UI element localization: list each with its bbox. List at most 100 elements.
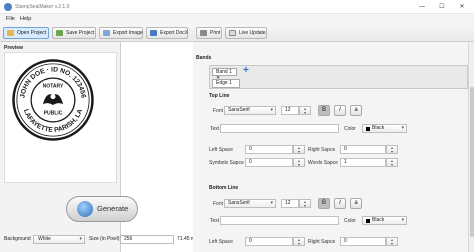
- top-color-value: Black: [372, 125, 385, 131]
- band-tabs: Band 1 ✕ + Edge 1: [209, 65, 468, 89]
- bottom-font-label: Font: [213, 201, 224, 207]
- color-swatch: [366, 127, 370, 131]
- chevron-down-icon: ▾: [270, 200, 273, 206]
- add-band-icon[interactable]: +: [243, 66, 253, 76]
- top-right-space-value: 0: [344, 146, 347, 152]
- bottom-left-space-input[interactable]: 0: [245, 237, 293, 246]
- close-button[interactable]: ✕: [452, 0, 472, 14]
- top-right-space-label: Right Sapce: [308, 147, 336, 153]
- bottom-bold-button[interactable]: B: [318, 198, 330, 209]
- bottom-size-input[interactable]: 12: [281, 199, 299, 208]
- top-font-value: SansSerif: [228, 107, 250, 113]
- bottom-left-space-value: 0: [249, 238, 252, 244]
- bottom-line-heading: Bottom Line: [209, 185, 239, 191]
- generate-label: Generate: [97, 204, 129, 213]
- export-image-button[interactable]: Export Image: [99, 27, 143, 39]
- top-size-input[interactable]: 12: [281, 106, 299, 115]
- chevron-down-icon: ▾: [270, 107, 273, 113]
- bottom-color-label: Color: [344, 218, 356, 224]
- menu-help[interactable]: Help: [20, 16, 31, 22]
- printer-icon: [200, 30, 207, 36]
- save-project-button[interactable]: Save Project: [52, 27, 96, 39]
- export-image-label: Export Image: [113, 30, 143, 36]
- document-icon: [150, 30, 157, 36]
- chevron-down-icon: ▾: [401, 125, 404, 131]
- bands-heading: Bands: [196, 55, 212, 61]
- app-icon: [4, 3, 12, 11]
- background-value: White: [38, 236, 51, 242]
- open-project-label: Open Project: [17, 30, 47, 36]
- stamp-center-bottom: PUBLIC: [44, 110, 63, 116]
- top-left-space-value: 0: [249, 146, 252, 152]
- bottom-text-input[interactable]: [220, 216, 339, 225]
- top-font-select[interactable]: SansSerif ▾: [224, 106, 276, 115]
- top-line-heading: Top Line: [209, 93, 230, 99]
- title-bar: StampSealMaker v.2.1.0 — ☐ ✕: [0, 0, 474, 14]
- bottom-right-space-stepper[interactable]: ▴ ▾: [386, 237, 398, 246]
- size-value: 256: [124, 236, 133, 242]
- size-input[interactable]: 256: [120, 235, 174, 244]
- bottom-right-space-value: 0: [344, 238, 347, 244]
- export-docx-button[interactable]: Export DocX: [146, 27, 188, 39]
- open-project-button[interactable]: Open Project: [3, 27, 49, 39]
- print-button[interactable]: Print: [196, 27, 222, 39]
- top-left-space-stepper[interactable]: ▴ ▾: [293, 145, 305, 154]
- top-left-space-input[interactable]: 0: [245, 145, 293, 154]
- bottom-color-value: Black: [372, 217, 385, 223]
- preview-heading: Preview: [4, 45, 23, 51]
- top-symbols-space-stepper[interactable]: ▴ ▾: [293, 158, 305, 167]
- top-symbols-space-input[interactable]: 0: [245, 158, 293, 167]
- bottom-left-space-stepper[interactable]: ▴ ▾: [293, 237, 305, 246]
- top-text-label: Text: [210, 126, 220, 132]
- bottom-font-value: SansSerif: [228, 200, 250, 206]
- top-size-stepper[interactable]: ▴ ▾: [299, 106, 311, 115]
- bottom-size-stepper[interactable]: ▴ ▾: [299, 199, 311, 208]
- tab-band-1[interactable]: Band 1 ✕: [212, 68, 237, 81]
- bottom-right-space-input[interactable]: 0: [340, 237, 386, 246]
- menu-bar: File Help: [0, 14, 474, 24]
- top-outline-button[interactable]: a: [350, 105, 362, 116]
- top-words-space-value: 1: [344, 159, 347, 165]
- top-symbols-space-value: 0: [249, 159, 252, 165]
- top-words-space-input[interactable]: 1: [340, 158, 386, 167]
- export-docx-label: Export DocX: [160, 30, 189, 36]
- top-text-input[interactable]: [220, 124, 339, 133]
- bottom-outline-button[interactable]: a: [350, 198, 362, 209]
- minimize-button[interactable]: —: [412, 0, 432, 14]
- top-words-space-stepper[interactable]: ▴ ▾: [386, 158, 398, 167]
- top-size-value: 12: [285, 107, 291, 113]
- image-icon: [103, 30, 110, 36]
- live-update-label: Live Update: [239, 30, 266, 36]
- top-italic-button[interactable]: I: [334, 105, 346, 116]
- print-label: Print: [210, 30, 221, 36]
- size-label: Size (in Pixel): [89, 236, 120, 242]
- toolbar: Open Project Save Project Export Image E…: [0, 24, 474, 42]
- background-label: Background: [4, 236, 31, 242]
- bottom-italic-button[interactable]: I: [334, 198, 346, 209]
- chevron-down-icon: ▾: [401, 217, 404, 223]
- top-bold-button[interactable]: B: [318, 105, 330, 116]
- top-right-space-input[interactable]: 0: [340, 145, 386, 154]
- tab-edge-1[interactable]: Edge 1: [212, 79, 240, 88]
- bottom-font-select[interactable]: SansSerif ▾: [224, 199, 276, 208]
- generate-button[interactable]: Generate: [66, 196, 138, 222]
- scrollbar-thumb[interactable]: [470, 87, 474, 237]
- bottom-color-select[interactable]: Black ▾: [362, 216, 407, 225]
- menu-file[interactable]: File: [6, 16, 15, 22]
- live-update-button[interactable]: Live Update: [225, 27, 267, 39]
- maximize-button[interactable]: ☐: [432, 0, 452, 14]
- stamp-preview: JOHN DOE · ID NO. 123456 LAFAYETTE PARIS…: [12, 59, 94, 141]
- top-font-label: Font: [213, 108, 224, 114]
- bottom-size-value: 12: [285, 200, 291, 206]
- bottom-right-space-label: Right Sapce: [308, 239, 336, 245]
- save-icon: [56, 30, 63, 36]
- background-select[interactable]: White ▾: [33, 235, 85, 244]
- stamp-center-top: NOTARY: [43, 83, 64, 89]
- top-right-space-stepper[interactable]: ▴ ▾: [386, 145, 398, 154]
- top-left-space-label: Left Space: [209, 147, 233, 153]
- right-panel-scrollbar[interactable]: [468, 42, 474, 252]
- generate-icon: [77, 201, 93, 217]
- top-color-select[interactable]: Black ▾: [362, 124, 407, 133]
- checkbox-icon: [229, 30, 236, 36]
- save-project-label: Save Project: [66, 30, 95, 36]
